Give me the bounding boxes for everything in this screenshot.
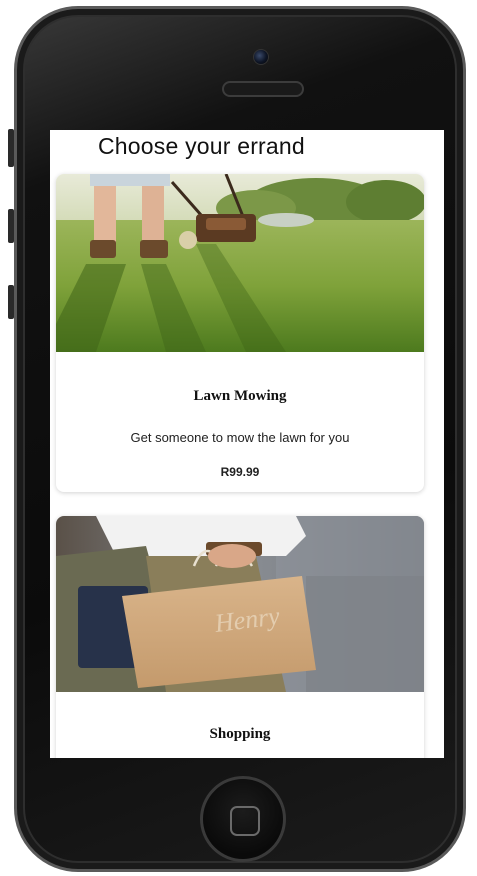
errand-title: Shopping xyxy=(209,726,271,742)
speaker-grille-icon xyxy=(222,81,304,97)
page-title: Choose your errand xyxy=(98,133,305,159)
errand-card-lawn-mowing[interactable]: Lawn Mowing Get someone to mow the lawn … xyxy=(56,174,424,492)
errand-title: Lawn Mowing xyxy=(193,388,287,404)
lawn-mowing-photo xyxy=(56,174,424,352)
front-camera-icon xyxy=(253,49,269,65)
errand-card-shopping[interactable]: Henry Shopping xyxy=(56,516,424,758)
silent-switch xyxy=(8,129,14,167)
home-button-icon[interactable] xyxy=(200,776,286,862)
app-screen: Choose your errand Lawn Mowing Get someo… xyxy=(50,130,444,758)
errand-price: R99.99 xyxy=(220,465,260,479)
shopping-bag-photo: Henry xyxy=(56,516,424,692)
volume-up-button xyxy=(8,209,14,243)
home-square-icon xyxy=(230,806,260,836)
volume-down-button xyxy=(8,285,14,319)
errand-description: Get someone to mow the lawn for you xyxy=(130,430,350,445)
